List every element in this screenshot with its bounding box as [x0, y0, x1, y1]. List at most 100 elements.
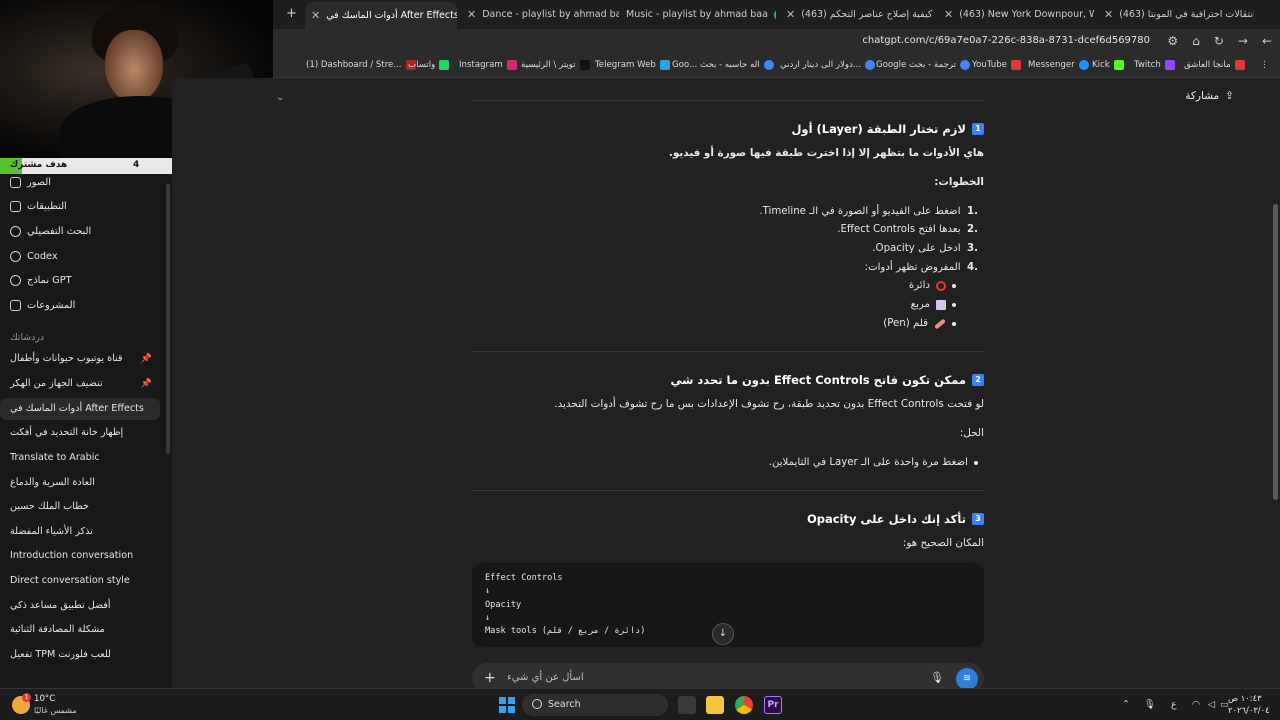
youtube-icon	[1010, 60, 1021, 70]
number-badge: 2	[972, 374, 984, 386]
prompt-input[interactable]: اسأل عن أي شيء	[507, 672, 584, 683]
section-3-heading: 3 تأكد إنك داخل على Opacity	[807, 512, 984, 526]
new-tab-button[interactable]: +	[286, 6, 297, 21]
bookmark-calculator[interactable]: Goo... اله حاسبه - بحث	[672, 60, 774, 70]
tab-dance-playlist[interactable]: ✕ Dance - playlist by ahmad baa	[467, 5, 619, 25]
bookmark-currency[interactable]: دولار الى دينار اردني...	[780, 60, 876, 70]
home-icon[interactable]: ⌂	[1192, 34, 1200, 48]
sidebar-item-apps[interactable]: التطبيقات	[10, 201, 67, 212]
assistant-message: 1 لازم تختار الطبقة (Layer) أول هاي الأد…	[472, 100, 984, 660]
main-scrollbar[interactable]	[1273, 204, 1278, 500]
sidebar-item-gpts[interactable]: نماذج GPT	[10, 275, 72, 286]
deep-research-icon	[10, 226, 21, 237]
site-settings-icon[interactable]: ⚙	[1167, 34, 1178, 48]
bookmark-kick[interactable]: Kick	[1092, 60, 1124, 70]
weather-desc: مشمس غالبًا	[34, 706, 77, 715]
chrome-icon[interactable]	[735, 696, 753, 714]
bookmark-twitch[interactable]: Twitch	[1134, 60, 1175, 70]
google-icon	[960, 60, 971, 70]
chevron-down-icon[interactable]: ⌄	[276, 92, 284, 103]
square-icon	[936, 299, 946, 310]
chat-item[interactable]: Introduction conversation	[0, 545, 160, 567]
code-line: Opacity	[485, 600, 522, 610]
bookmark-youtube[interactable]: YouTube	[972, 60, 1021, 70]
chat-item[interactable]: Translate to Arabic	[0, 447, 160, 469]
close-icon[interactable]: ✕	[944, 5, 953, 25]
chat-item[interactable]: قناة يوتيوب حيوانات وأطفال 📌	[0, 348, 160, 370]
pin-icon: 📌	[140, 379, 152, 389]
show-hidden-icons-icon[interactable]: ⌃	[1122, 699, 1130, 710]
google-icon	[763, 60, 774, 70]
url-field[interactable]: chatgpt.com/c/69a7e0a7-226c-838a-8731-dc…	[862, 35, 1150, 46]
back-icon[interactable]: ←	[1262, 34, 1272, 48]
add-attachment-button[interactable]: +	[484, 670, 496, 686]
reload-icon[interactable]: ↻	[1214, 34, 1224, 48]
taskbar-search[interactable]: Search	[522, 694, 668, 716]
sidebar-item-deep-research[interactable]: البحث التفصيلي	[10, 226, 91, 237]
close-icon[interactable]: ✕	[786, 5, 795, 25]
premiere-pro-icon[interactable]: Pr	[764, 696, 782, 714]
clock-date[interactable]: ٢٠٢٦/٠٣/٠٤	[1228, 705, 1270, 715]
gpts-icon	[10, 275, 21, 286]
chat-item[interactable]: أفضل تطبيق مساعد ذكي	[0, 595, 160, 617]
circle-icon	[936, 280, 946, 291]
bookmark-dashboard[interactable]: (1) Dashboard / Stre...	[306, 60, 416, 70]
bookmark-telegram[interactable]: Telegram Web	[595, 60, 670, 70]
chat-item[interactable]: تذكر الأشياء المفضلة	[0, 521, 160, 543]
task-view-icon[interactable]	[678, 696, 696, 714]
sidebar-item-images[interactable]: الصور	[10, 177, 51, 188]
close-icon[interactable]: ✕	[1104, 5, 1113, 25]
share-icon: ⇪	[1225, 90, 1234, 102]
microphone-icon[interactable]: 🎙	[930, 671, 944, 684]
share-button[interactable]: مشاركة ⇪	[1185, 90, 1234, 102]
close-icon[interactable]: ✕	[467, 5, 476, 25]
bookmark-manga[interactable]: مانجا العاشق	[1184, 60, 1245, 70]
scroll-down-button[interactable]: ↓	[712, 623, 734, 645]
chat-item-active[interactable]: أدوات الماسك في After Effects	[0, 398, 160, 420]
images-icon	[10, 177, 21, 188]
forward-icon[interactable]: →	[1238, 34, 1248, 48]
bookmark-translate[interactable]: Google ترجمة - بحث	[876, 60, 971, 70]
step-4: .4 المفروض تظهر أدوات:	[864, 262, 978, 273]
chat-item[interactable]: مشكلة المصادقة الثنائية	[0, 619, 160, 641]
tab-active[interactable]: ✕ أدوات الماسك في After Effects	[305, 2, 457, 29]
tab-youtube-3[interactable]: ✕ (463) انتقالات احترافية في المونتا	[1104, 5, 1254, 25]
chat-item[interactable]: تفعيل TPM للعب فلورنت	[0, 644, 160, 666]
bookmark-messenger[interactable]: Messenger	[1028, 60, 1089, 70]
microphone-icon[interactable]: 🎙	[1144, 699, 1156, 710]
bookmark-twitter[interactable]: تويتر \ الرئيسية	[521, 60, 590, 70]
tab-music-playlist[interactable]: Music - playlist by ahmad baa	[626, 5, 776, 25]
chat-item[interactable]: خطاب الملك حسين	[0, 496, 160, 518]
goal-current: 4	[133, 160, 140, 170]
voice-mode-button[interactable]: ≋	[956, 668, 978, 690]
sidebar-item-codex[interactable]: Codex	[10, 251, 58, 262]
code-line: Effect Controls	[485, 573, 563, 583]
tab-youtube-1[interactable]: ✕ (463) كيفية إصلاح عناصر التحكم	[786, 5, 936, 25]
nav-controls: ⚙ ⌂ ↻ → ←	[1167, 34, 1272, 48]
bookmark-whatsapp[interactable]: واتساب	[408, 60, 450, 70]
code-block[interactable]: Effect Controls ↓ Opacity ↓ Mask tools (…	[472, 563, 984, 647]
start-button[interactable]	[499, 697, 515, 713]
sidebar-scrollbar[interactable]	[166, 184, 170, 454]
wifi-icon[interactable]: ◠	[1192, 699, 1200, 710]
windows-taskbar: 1 10°C مشمس غالبًا Search Pr ⌃ 🎙 ع ◠ ◁ ▭…	[0, 688, 1280, 720]
notification-badge: 1	[22, 693, 31, 702]
close-icon[interactable]: ✕	[311, 2, 320, 29]
chat-item[interactable]: العادة السرية والدماغ	[0, 472, 160, 494]
clock-time[interactable]: ١٠:٤٣ ص	[1228, 693, 1262, 703]
code-line: ↓	[485, 586, 491, 596]
codex-icon	[10, 251, 21, 262]
sidebar-item-projects[interactable]: المشروعات	[10, 300, 75, 311]
input-language[interactable]: ع	[1171, 699, 1177, 710]
volume-icon[interactable]: ◁	[1208, 699, 1215, 710]
tab-youtube-2[interactable]: ✕ (463) New York Downpour, Wa	[944, 5, 1094, 25]
bookmark-instagram[interactable]: Instagram	[459, 60, 517, 70]
file-explorer-icon[interactable]	[706, 696, 724, 714]
google-icon	[865, 60, 876, 70]
chat-item[interactable]: إظهار خانة التحديد في أفكت	[0, 422, 160, 444]
chat-item[interactable]: Direct conversation style	[0, 570, 160, 592]
tool-pen: قلم (Pen)	[883, 318, 956, 329]
chat-item[interactable]: تنضيف الجهاز من الهكر 📌	[0, 373, 160, 395]
tab-title: (463) كيفية إصلاح عناصر التحكم	[801, 9, 933, 20]
bookmarks-more-icon[interactable]: ⋮	[1260, 60, 1269, 70]
